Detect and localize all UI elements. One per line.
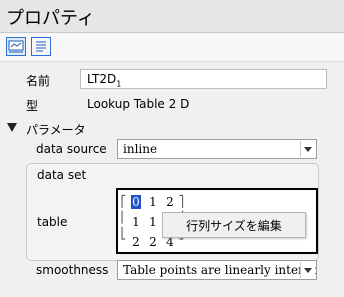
table-label: table	[37, 215, 68, 229]
inspector-view-button[interactable]	[6, 37, 26, 56]
data-source-label: data source	[36, 142, 107, 156]
table-cell[interactable]: 1	[131, 215, 141, 229]
data-source-value: inline	[123, 142, 158, 156]
table-cell[interactable]: 1	[148, 215, 158, 229]
type-value: Lookup Table 2 D	[87, 97, 190, 111]
name-field[interactable]: LT2D1	[80, 69, 327, 89]
chevron-down-icon	[300, 141, 315, 157]
table-matrix-editor[interactable]: ⎡⎢⎣ ⎤⎥⎦ 0 1 2 1 1 2 2 4 行列サイズを編集	[116, 188, 318, 254]
data-set-label: data set	[37, 168, 87, 182]
table-cell[interactable]: 2	[148, 235, 158, 249]
document-view-icon	[36, 41, 46, 52]
parameters-section-label: パラメータ	[26, 123, 86, 137]
name-label: 名前	[26, 74, 51, 88]
table-cell[interactable]: 2	[131, 235, 141, 249]
type-label: 型	[26, 99, 39, 113]
table-cell[interactable]: 1	[148, 195, 158, 209]
chevron-down-icon	[300, 262, 315, 278]
left-bracket: ⎡ ⎢ ⎣	[120, 195, 127, 240]
smoothness-value: Table points are linearly interpolated	[123, 263, 316, 277]
table-cell[interactable]: 0	[131, 195, 141, 209]
collapse-triangle-icon[interactable]	[7, 123, 17, 132]
data-set-panel: data set table ⎡⎢⎣ ⎤⎥⎦ 0 1 2 1 1 2 2 4 行…	[26, 163, 319, 261]
properties-title-bar: プロパティ	[0, 0, 344, 33]
smoothness-label: smoothness	[36, 263, 109, 277]
name-value: LT2D	[87, 72, 117, 86]
window-title: プロパティ	[6, 8, 95, 29]
data-source-select[interactable]: inline	[117, 139, 317, 159]
inspector-view-icon	[8, 40, 24, 53]
document-view-button[interactable]	[31, 37, 51, 56]
table-cell[interactable]: 2	[165, 195, 175, 209]
name-subscript: 1	[116, 79, 122, 89]
edit-matrix-size-menu-item[interactable]: 行列サイズを編集	[162, 212, 306, 238]
smoothness-select[interactable]: Table points are linearly interpolated	[117, 260, 317, 280]
properties-toolbar	[0, 33, 344, 62]
